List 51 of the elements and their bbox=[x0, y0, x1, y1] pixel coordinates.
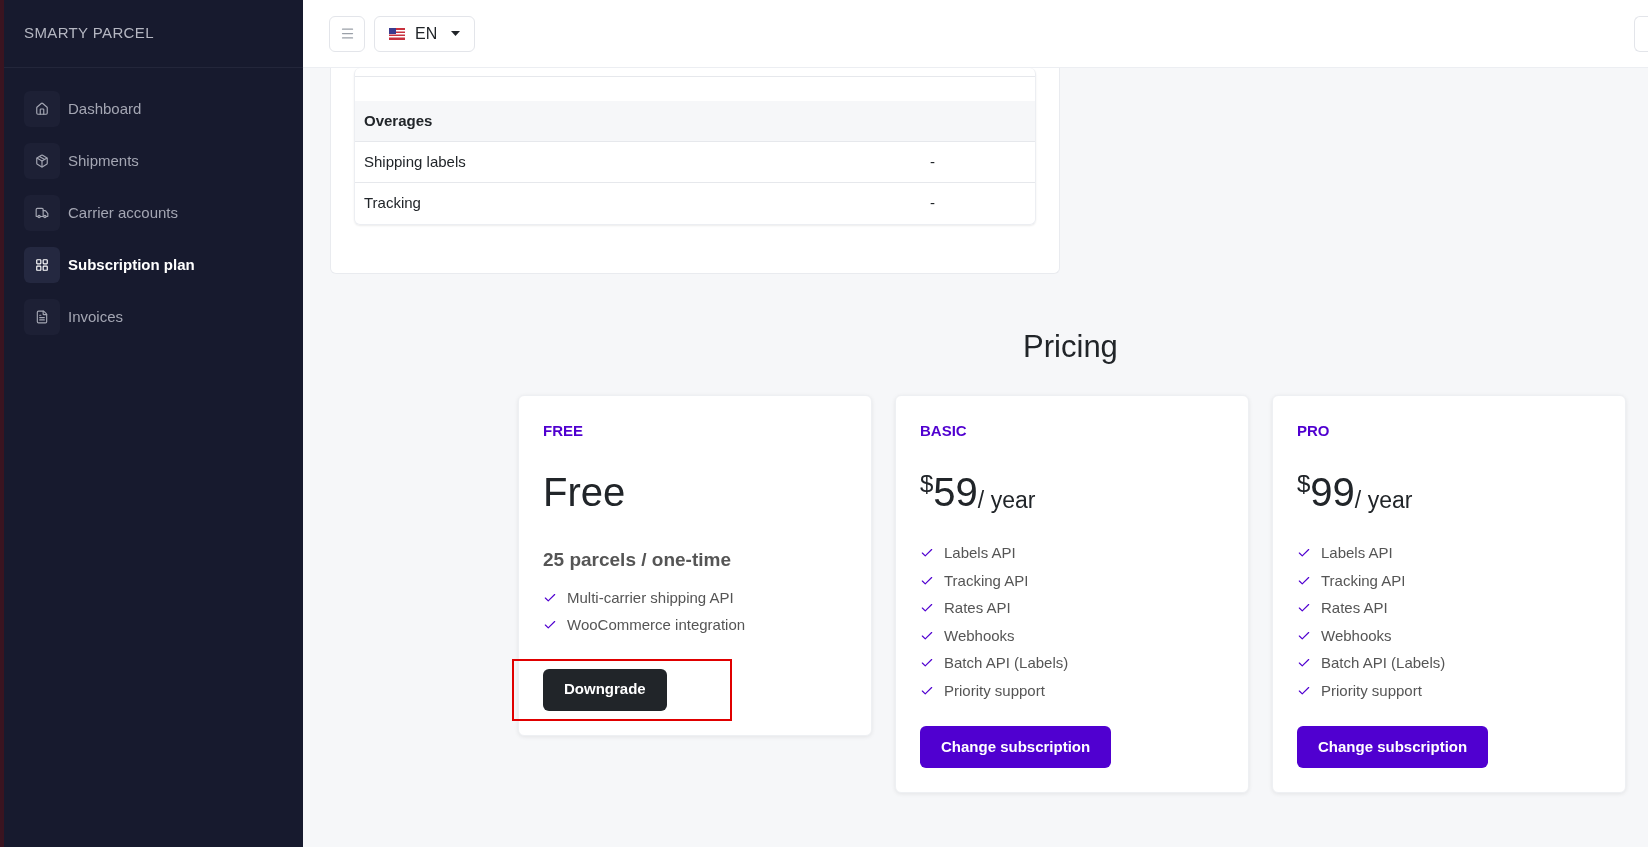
sidebar-item[interactable]: Subscription plan bbox=[24, 247, 283, 283]
feature-text: Rates API bbox=[944, 598, 1011, 618]
plan-name: FREE bbox=[543, 420, 584, 441]
plan-price: Free bbox=[543, 472, 627, 512]
table-cell-text: Tracking bbox=[364, 193, 422, 214]
plan-price: 99 bbox=[1310, 472, 1355, 512]
sidebar-item[interactable]: Carrier accounts bbox=[24, 195, 283, 231]
grid-icon bbox=[35, 258, 49, 272]
plan-price: 59 bbox=[933, 472, 978, 512]
pricing-title: Pricing bbox=[1022, 328, 1119, 366]
table-cell-text: Shipping labels bbox=[364, 151, 467, 172]
price-period: / year bbox=[977, 489, 1036, 512]
sidebar-item[interactable]: Dashboard bbox=[24, 91, 283, 127]
feature-text: Priority support bbox=[944, 680, 1045, 701]
feature-text: Multi-carrier shipping API bbox=[567, 587, 734, 608]
feature-text: Webhooks bbox=[944, 625, 1015, 646]
currency-symbol: $ bbox=[1297, 472, 1311, 496]
feature-text: Priority support bbox=[1321, 680, 1422, 701]
truck-icon bbox=[35, 206, 49, 220]
plan-name: PRO bbox=[1297, 420, 1331, 441]
plan-button[interactable]: Change subscription bbox=[920, 726, 1112, 768]
plan-name: BASIC bbox=[920, 420, 968, 441]
header-button[interactable] bbox=[1634, 15, 1648, 52]
sidebar-item[interactable]: Invoices bbox=[24, 299, 283, 335]
feature-text: Labels API bbox=[944, 543, 1016, 563]
currency-symbol: $ bbox=[920, 472, 934, 496]
home-icon bbox=[35, 102, 49, 116]
price-period: / year bbox=[1354, 489, 1413, 512]
feature-text: Batch API (Labels) bbox=[1321, 653, 1446, 673]
table-cell-text: - bbox=[930, 193, 936, 214]
table-cell-text: - bbox=[930, 151, 936, 172]
menu-icon bbox=[339, 26, 355, 41]
document-icon bbox=[35, 310, 49, 324]
section-heading: Overages bbox=[364, 110, 433, 131]
feature-text: Labels API bbox=[1321, 543, 1393, 563]
feature-text: Webhooks bbox=[1321, 625, 1392, 646]
plan-button[interactable]: Change subscription bbox=[1297, 726, 1489, 768]
sidebar-item[interactable]: Shipments bbox=[24, 143, 283, 179]
feature-text: Rates API bbox=[1321, 598, 1388, 618]
feature-text: Tracking API bbox=[944, 570, 1029, 591]
box-icon bbox=[35, 154, 49, 168]
feature-text: Batch API (Labels) bbox=[944, 653, 1069, 673]
feature-text: WooCommerce integration bbox=[567, 615, 746, 635]
caret-icon bbox=[451, 31, 461, 36]
feature-text: Tracking API bbox=[1321, 570, 1406, 591]
us-flag-icon bbox=[389, 27, 405, 40]
menu-button[interactable] bbox=[329, 15, 365, 52]
plan-subtitle: 25 parcels / one-time bbox=[543, 548, 732, 572]
brand-name: SMARTY PARCEL bbox=[24, 23, 154, 44]
plan-button[interactable]: Downgrade bbox=[543, 668, 667, 711]
language-dropdown[interactable]: EN bbox=[374, 15, 476, 52]
